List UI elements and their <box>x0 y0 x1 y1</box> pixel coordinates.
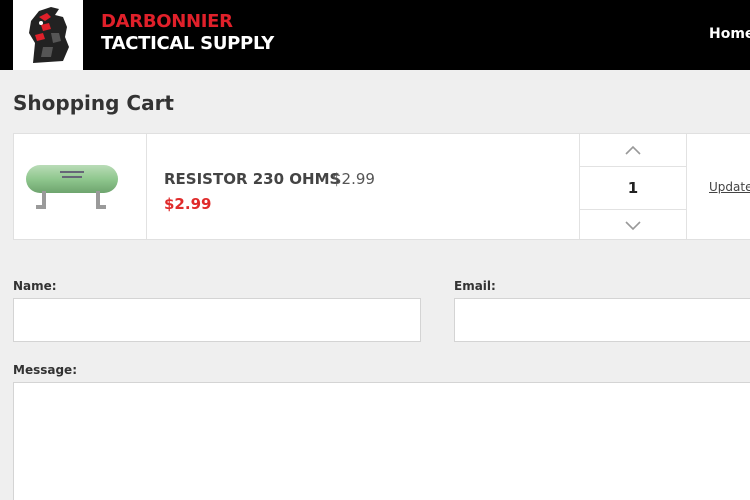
name-field[interactable] <box>13 298 421 342</box>
quantity-value[interactable]: 1 <box>580 167 686 209</box>
product-name[interactable]: RESISTOR 230 OHMS <box>164 170 340 188</box>
nav-home-link[interactable]: Home <box>709 26 750 42</box>
page-title: Shopping Cart <box>13 91 174 115</box>
email-field-label: Email: <box>454 279 496 293</box>
chevron-down-icon <box>625 221 641 231</box>
cart-item-row: RESISTOR 230 OHMS $2.99 $2.99 1 Update <box>13 133 750 240</box>
name-field-label: Name: <box>13 279 57 293</box>
product-thumbnail-cell <box>14 134 147 239</box>
quantity-stepper: 1 <box>579 134 687 239</box>
email-field[interactable] <box>454 298 750 342</box>
resistor-product-image[interactable] <box>22 159 122 219</box>
horse-head-logo-icon <box>29 7 69 63</box>
message-field-label: Message: <box>13 363 77 377</box>
brand-name-line2: TACTICAL SUPPLY <box>101 33 275 54</box>
quantity-increase-button[interactable] <box>580 134 686 167</box>
product-total-price: $2.99 <box>164 195 212 213</box>
quantity-decrease-button[interactable] <box>580 209 686 242</box>
site-header: DARBONNIER TACTICAL SUPPLY Home <box>0 0 750 70</box>
brand-name-line1: DARBONNIER <box>101 11 233 32</box>
update-quantity-link[interactable]: Update <box>709 180 750 194</box>
chevron-up-icon <box>625 145 641 155</box>
message-field[interactable] <box>13 382 750 500</box>
product-unit-price: $2.99 <box>332 170 375 188</box>
site-logo[interactable] <box>13 0 83 70</box>
